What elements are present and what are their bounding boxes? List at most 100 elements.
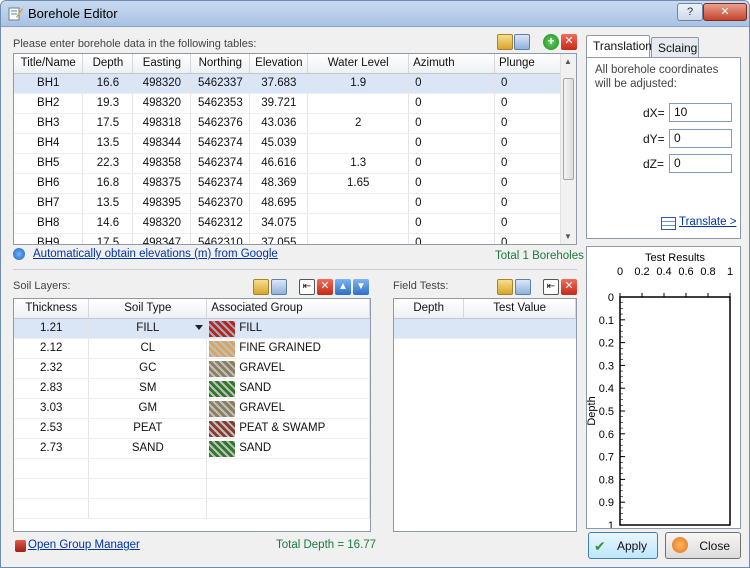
borehole-row[interactable]: BH7 13.5 498395 5462370 48.695 0 0 (14, 193, 562, 214)
thickness-cell[interactable]: 2.53 (14, 418, 90, 439)
empty-cell[interactable] (14, 458, 90, 479)
borehole-cell[interactable]: 0 (408, 233, 495, 244)
borehole-cell[interactable]: 0 (408, 153, 495, 174)
associated-group-cell[interactable]: SAND (206, 378, 370, 399)
borehole-row[interactable]: BH5 22.3 498358 5462374 46.616 1.3 0 0 (14, 153, 562, 174)
associated-group-cell[interactable]: FINE GRAINED (206, 338, 370, 359)
borehole-cell[interactable]: 498347 (132, 233, 192, 244)
borehole-cell[interactable]: 0 (494, 153, 562, 174)
borehole-cell[interactable]: 17.5 (82, 233, 134, 244)
field-cell[interactable] (463, 318, 576, 339)
soil-type-cell[interactable]: GC (88, 358, 208, 379)
empty-soil-row[interactable] (14, 498, 370, 519)
window-close-button[interactable]: ✕ (703, 3, 747, 21)
field-import-icon[interactable] (515, 279, 531, 295)
empty-cell[interactable] (88, 498, 208, 519)
move-up-icon[interactable]: ▲ (335, 279, 351, 295)
borehole-row[interactable]: BH8 14.6 498320 5462312 34.075 0 0 (14, 213, 562, 234)
borehole-cell[interactable]: 5462353 (190, 93, 251, 114)
borehole-cell[interactable]: 37.055 (249, 233, 309, 244)
dx-input[interactable]: 10 (669, 103, 732, 122)
borehole-cell[interactable]: 13.5 (82, 193, 134, 214)
borehole-cell[interactable]: 0 (494, 133, 562, 154)
borehole-cell[interactable]: BH4 (14, 133, 84, 154)
import-icon[interactable] (514, 34, 530, 50)
borehole-cell[interactable] (307, 233, 410, 244)
help-button[interactable]: ? (677, 3, 703, 21)
scroll-thumb[interactable] (563, 78, 574, 180)
soil-type-cell[interactable]: FILL (88, 318, 208, 339)
col-thickness[interactable]: Thickness (14, 299, 90, 319)
empty-cell[interactable] (14, 478, 90, 499)
soil-type-cell[interactable]: PEAT (88, 418, 208, 439)
borehole-cell[interactable]: 0 (494, 93, 562, 114)
soil-layer-row[interactable]: 1.21 FILL FILL (14, 318, 370, 339)
borehole-cell[interactable]: 5462374 (190, 153, 251, 174)
insert-row-icon[interactable]: ⇤ (299, 279, 315, 295)
borehole-cell[interactable]: 0 (494, 233, 562, 244)
borehole-row[interactable]: BH9 17.5 498347 5462310 37.055 0 0 (14, 233, 562, 244)
borehole-cell[interactable]: 5462370 (190, 193, 251, 214)
empty-cell[interactable] (88, 458, 208, 479)
col-field-depth[interactable]: Depth (394, 299, 465, 319)
borehole-cell[interactable] (307, 133, 410, 154)
borehole-cell[interactable]: 13.5 (82, 133, 134, 154)
borehole-cell[interactable]: 34.075 (249, 213, 309, 234)
soil-import-icon[interactable] (271, 279, 287, 295)
borehole-cell[interactable]: 0 (408, 73, 495, 94)
borehole-cell[interactable]: 16.6 (82, 73, 134, 94)
tab-scaling[interactable]: Sclaing (651, 37, 699, 57)
empty-soil-row[interactable] (14, 458, 370, 479)
soil-layer-row[interactable]: 2.32 GC GRAVEL (14, 358, 370, 379)
tab-translation[interactable]: Translation (586, 35, 652, 57)
borehole-cell[interactable]: 498318 (132, 113, 192, 134)
empty-soil-row[interactable] (14, 478, 370, 499)
borehole-cell[interactable]: 5462374 (190, 133, 251, 154)
borehole-cell[interactable]: 0 (494, 73, 562, 94)
soil-layer-row[interactable]: 3.03 GM GRAVEL (14, 398, 370, 419)
borehole-cell[interactable]: 22.3 (82, 153, 134, 174)
associated-group-cell[interactable]: GRAVEL (206, 398, 370, 419)
borehole-cell[interactable]: 5462374 (190, 173, 251, 194)
borehole-cell[interactable]: 0 (408, 213, 495, 234)
borehole-cell[interactable]: 0 (494, 213, 562, 234)
borehole-cell[interactable]: 0 (408, 133, 495, 154)
borehole-cell[interactable]: 498320 (132, 213, 192, 234)
translate-link[interactable]: Translate > (679, 216, 736, 228)
borehole-cell[interactable]: BH8 (14, 213, 84, 234)
borehole-cell[interactable]: 0 (494, 113, 562, 134)
soil-layer-row[interactable]: 2.53 PEAT PEAT & SWAMP (14, 418, 370, 439)
borehole-cell[interactable]: 45.039 (249, 133, 309, 154)
borehole-scrollbar[interactable]: ▲ ▼ (560, 54, 576, 244)
empty-cell[interactable] (206, 458, 370, 479)
borehole-cell[interactable]: 46.616 (249, 153, 309, 174)
borehole-cell[interactable]: BH6 (14, 173, 84, 194)
thickness-cell[interactable]: 2.32 (14, 358, 90, 379)
thickness-cell[interactable]: 3.03 (14, 398, 90, 419)
dropdown-arrow-icon[interactable] (195, 324, 204, 330)
soil-type-cell[interactable]: CL (88, 338, 208, 359)
field-cell[interactable] (394, 318, 465, 339)
borehole-cell[interactable]: 2 (307, 113, 410, 134)
associated-group-cell[interactable]: GRAVEL (206, 358, 370, 379)
borehole-row[interactable]: BH2 19.3 498320 5462353 39.721 0 0 (14, 93, 562, 114)
scroll-up-icon[interactable]: ▲ (564, 57, 572, 66)
borehole-cell[interactable] (307, 93, 410, 114)
col-associated-group[interactable]: Associated Group (206, 299, 370, 319)
scroll-down-icon[interactable]: ▼ (564, 232, 572, 241)
thickness-cell[interactable]: 1.21 (14, 318, 90, 339)
thickness-cell[interactable]: 2.12 (14, 338, 90, 359)
empty-cell[interactable] (14, 498, 90, 519)
borehole-cell[interactable] (307, 213, 410, 234)
field-delete-icon[interactable]: ✕ (561, 279, 577, 295)
borehole-cell[interactable]: BH9 (14, 233, 84, 244)
borehole-cell[interactable]: 0 (408, 113, 495, 134)
borehole-cell[interactable]: 0 (408, 193, 495, 214)
dy-input[interactable]: 0 (669, 129, 732, 148)
move-down-icon[interactable]: ▼ (353, 279, 369, 295)
soil-delete-icon[interactable]: ✕ (317, 279, 333, 295)
soil-type-cell[interactable]: SM (88, 378, 208, 399)
field-insert-row-icon[interactable]: ⇤ (543, 279, 559, 295)
borehole-cell[interactable]: 5462337 (190, 73, 251, 94)
close-button[interactable]: Close (665, 532, 741, 559)
